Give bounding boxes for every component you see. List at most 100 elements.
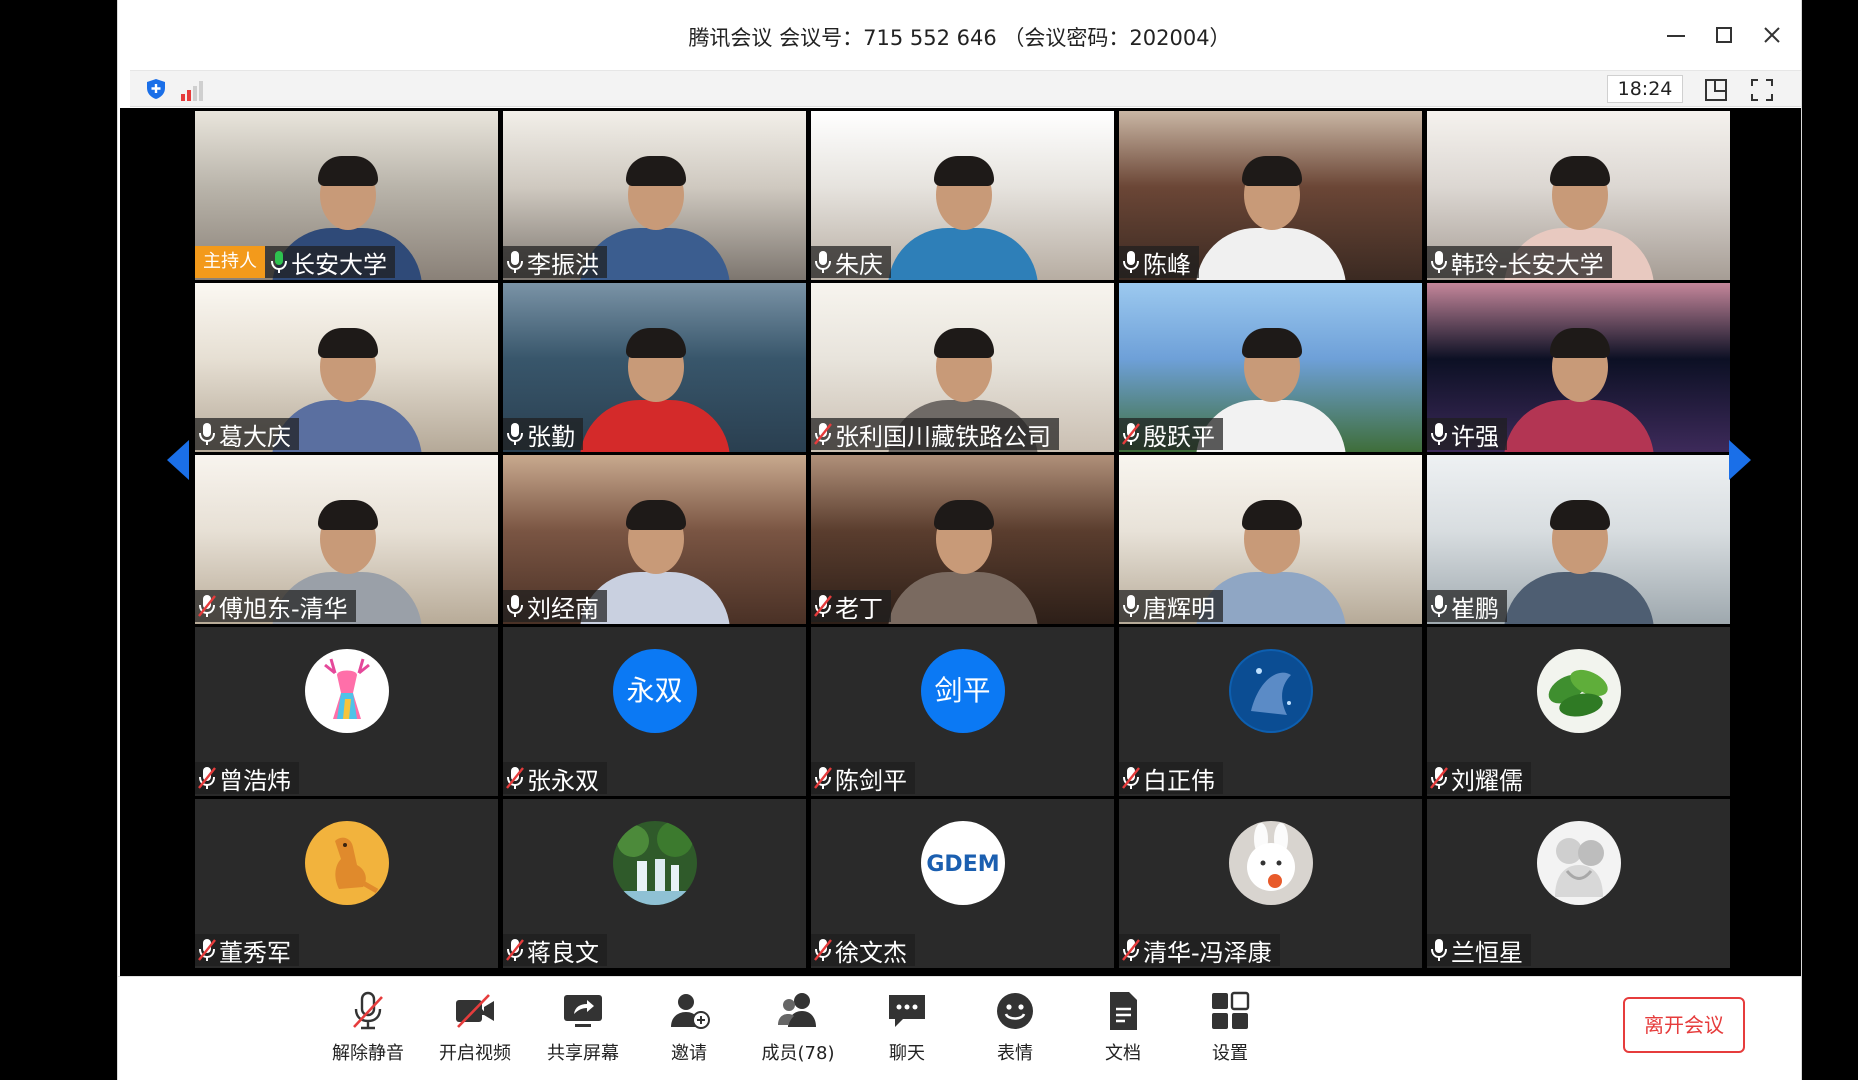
meeting-toolbar: 解除静音 开启视频 共享屏幕 邀请 成员(78) 聊天 表情 文档 设置 离开会… [118,976,1801,1080]
participant-video-tile[interactable]: 张勤 [503,283,806,452]
participant-video-tile[interactable]: 葛大庆 [195,283,498,452]
participant-name-bar: 兰恒星 [1427,934,1531,967]
share-screen-button[interactable]: 共享屏幕 [538,989,628,1065]
logo-avatar-text: GDEM [926,852,999,877]
participant-name: 许强 [1451,422,1499,451]
chat-button[interactable]: 聊天 [862,989,952,1065]
participant-silhouette [887,494,1038,624]
muted-mic-icon [505,765,525,791]
participant-avatar-tile[interactable]: 剑平 陈剑平 [811,627,1114,796]
share-screen-icon [564,995,602,1027]
invite-icon [671,994,710,1029]
mic-icon [1429,593,1449,619]
mic-icon [197,421,217,447]
video-off-icon [456,994,494,1028]
participant-avatar-tile[interactable]: 永双 张永双 [503,627,806,796]
participant-name-bar: 葛大庆 [195,418,299,451]
reactions-button[interactable]: 表情 [970,989,1060,1065]
participant-name: 葛大庆 [219,422,291,451]
participant-name-bar: 刘经南 [503,590,607,623]
participant-name-bar: 曾浩炜 [195,762,299,795]
statue-avatar [1536,821,1621,905]
mic-icon [505,421,525,447]
participant-name: 董秀军 [219,938,291,967]
participant-name-bar: 蒋良文 [503,934,607,967]
network-signal-icon[interactable] [180,79,206,101]
share-screen-label: 共享屏幕 [547,1043,619,1064]
participant-video-tile[interactable]: 老丁 [811,455,1114,624]
layout-icon[interactable] [1703,77,1729,103]
participant-video-tile[interactable]: 唐辉明 [1119,455,1422,624]
muted-mic-icon [1121,421,1141,447]
muted-mic-icon [353,991,383,1030]
mic-icon [1429,249,1449,275]
participant-avatar-tile[interactable]: 白正伟 [1119,627,1422,796]
participant-avatar-tile[interactable]: 兰恒星 [1427,799,1730,968]
title-bar: 腾讯会议 会议号：715 552 646 （会议密码：202004） [118,0,1801,70]
muted-mic-icon [813,421,833,447]
members-button[interactable]: 成员(78) [753,989,843,1065]
participant-name: 曾浩炜 [219,766,291,795]
muted-mic-icon [197,765,217,791]
participant-name: 陈峰 [1143,250,1191,279]
participant-video-tile[interactable]: 朱庆 [811,111,1114,280]
participant-avatar-tile[interactable]: 蒋良文 [503,799,806,968]
participant-name: 李振洪 [527,250,599,279]
kangaroo-avatar [304,821,389,905]
participant-silhouette [1503,322,1654,452]
unmute-button[interactable]: 解除静音 [323,989,413,1065]
fullscreen-icon[interactable] [1749,77,1775,103]
participant-name: 韩玲-长安大学 [1451,250,1604,279]
settings-button[interactable]: 设置 [1185,989,1275,1065]
participant-name-bar: 白正伟 [1119,762,1223,795]
participant-avatar-tile[interactable]: 董秀军 [195,799,498,968]
participant-video-tile[interactable]: 许强 [1427,283,1730,452]
next-page-arrow-icon[interactable] [1727,438,1753,482]
meeting-info-bar: 18:24 [130,70,1801,107]
participant-name: 白正伟 [1143,766,1215,795]
participant-name: 张利国川藏铁路公司 [835,422,1051,451]
start-video-button[interactable]: 开启视频 [430,989,520,1065]
participant-video-tile[interactable]: 李振洪 [503,111,806,280]
participant-video-tile[interactable]: 韩玲-长安大学 [1427,111,1730,280]
participant-name: 刘耀儒 [1451,766,1523,795]
minimize-icon[interactable] [1659,18,1693,52]
participant-name: 清华-冯泽康 [1143,938,1272,967]
members-icon [778,993,816,1027]
participant-video-tile[interactable]: 殷跃平 [1119,283,1422,452]
participant-avatar-tile[interactable]: 清华-冯泽康 [1119,799,1422,968]
participant-name: 张勤 [527,422,575,451]
participant-video-tile[interactable]: 崔鹏 [1427,455,1730,624]
chat-icon [889,995,925,1027]
muted-mic-icon [505,937,525,963]
docs-button[interactable]: 文档 [1078,989,1168,1065]
maximize-icon[interactable] [1707,18,1741,52]
participant-name-bar: 张利国川藏铁路公司 [811,418,1059,451]
previous-page-arrow-icon[interactable] [165,438,191,482]
muted-mic-icon [1121,765,1141,791]
participant-name-bar: 清华-冯泽康 [1119,934,1280,967]
leave-meeting-button[interactable]: 离开会议 [1623,997,1745,1053]
invite-button[interactable]: 邀请 [644,989,734,1065]
close-icon[interactable] [1755,18,1789,52]
docs-label: 文档 [1105,1043,1141,1064]
reactions-label: 表情 [997,1043,1033,1064]
start-video-label: 开启视频 [439,1043,511,1064]
logo-avatar: GDEM [920,821,1005,905]
participant-avatar-tile[interactable]: GDEM 徐文杰 [811,799,1114,968]
window-title: 腾讯会议 会议号：715 552 646 （会议密码：202004） [688,26,1231,50]
participant-video-tile[interactable]: 傅旭东-清华 [195,455,498,624]
participant-video-tile[interactable]: 张利国川藏铁路公司 [811,283,1114,452]
participant-avatar-tile[interactable]: 刘耀儒 [1427,627,1730,796]
grid-settings-icon [1212,991,1250,1029]
meeting-clock: 18:24 [1607,75,1683,103]
leaf-avatar [1536,649,1621,733]
participant-silhouette [1195,150,1346,280]
participant-video-tile[interactable]: 主持人 长安大学 [195,111,498,280]
invite-label: 邀请 [671,1043,707,1064]
participant-video-tile[interactable]: 刘经南 [503,455,806,624]
participant-avatar-tile[interactable]: 曾浩炜 [195,627,498,796]
video-gallery: 主持人 长安大学 李振洪 朱庆 陈峰 韩玲-长安大学葛大庆 张勤 张利国川藏铁路公司 殷跃平 许强… [120,108,1801,976]
participant-video-tile[interactable]: 陈峰 [1119,111,1422,280]
security-shield-icon[interactable] [144,77,168,101]
